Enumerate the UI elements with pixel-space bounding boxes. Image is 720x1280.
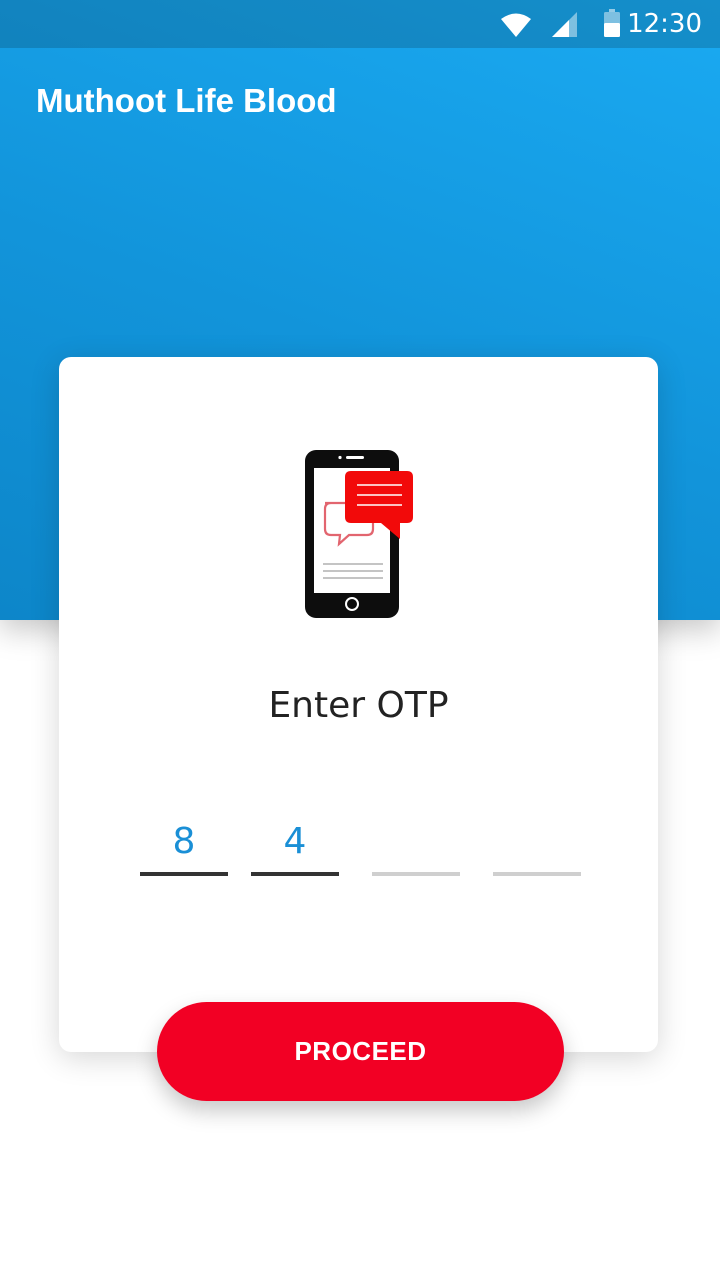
otp-heading: Enter OTP xyxy=(268,685,449,726)
phone-sms-icon xyxy=(299,447,419,624)
wifi-icon xyxy=(500,12,532,43)
app-title: Muthoot Life Blood xyxy=(36,82,337,119)
otp-digit-3[interactable] xyxy=(372,812,460,876)
otp-digit-4[interactable] xyxy=(493,812,581,876)
status-time: 12:30 xyxy=(627,9,702,39)
otp-card: Enter OTP 8 4 xyxy=(59,357,658,1052)
proceed-button[interactable]: PROCEED xyxy=(157,1002,564,1101)
otp-digit-1[interactable]: 8 xyxy=(140,812,228,876)
status-bar: 12:30 xyxy=(0,0,720,48)
signal-icon xyxy=(551,11,578,43)
otp-screen: 12:30 Muthoot Life Blood Enter OTP 8 4 P… xyxy=(0,0,720,1280)
otp-digit-2[interactable]: 4 xyxy=(251,812,339,876)
battery-icon xyxy=(604,9,620,42)
